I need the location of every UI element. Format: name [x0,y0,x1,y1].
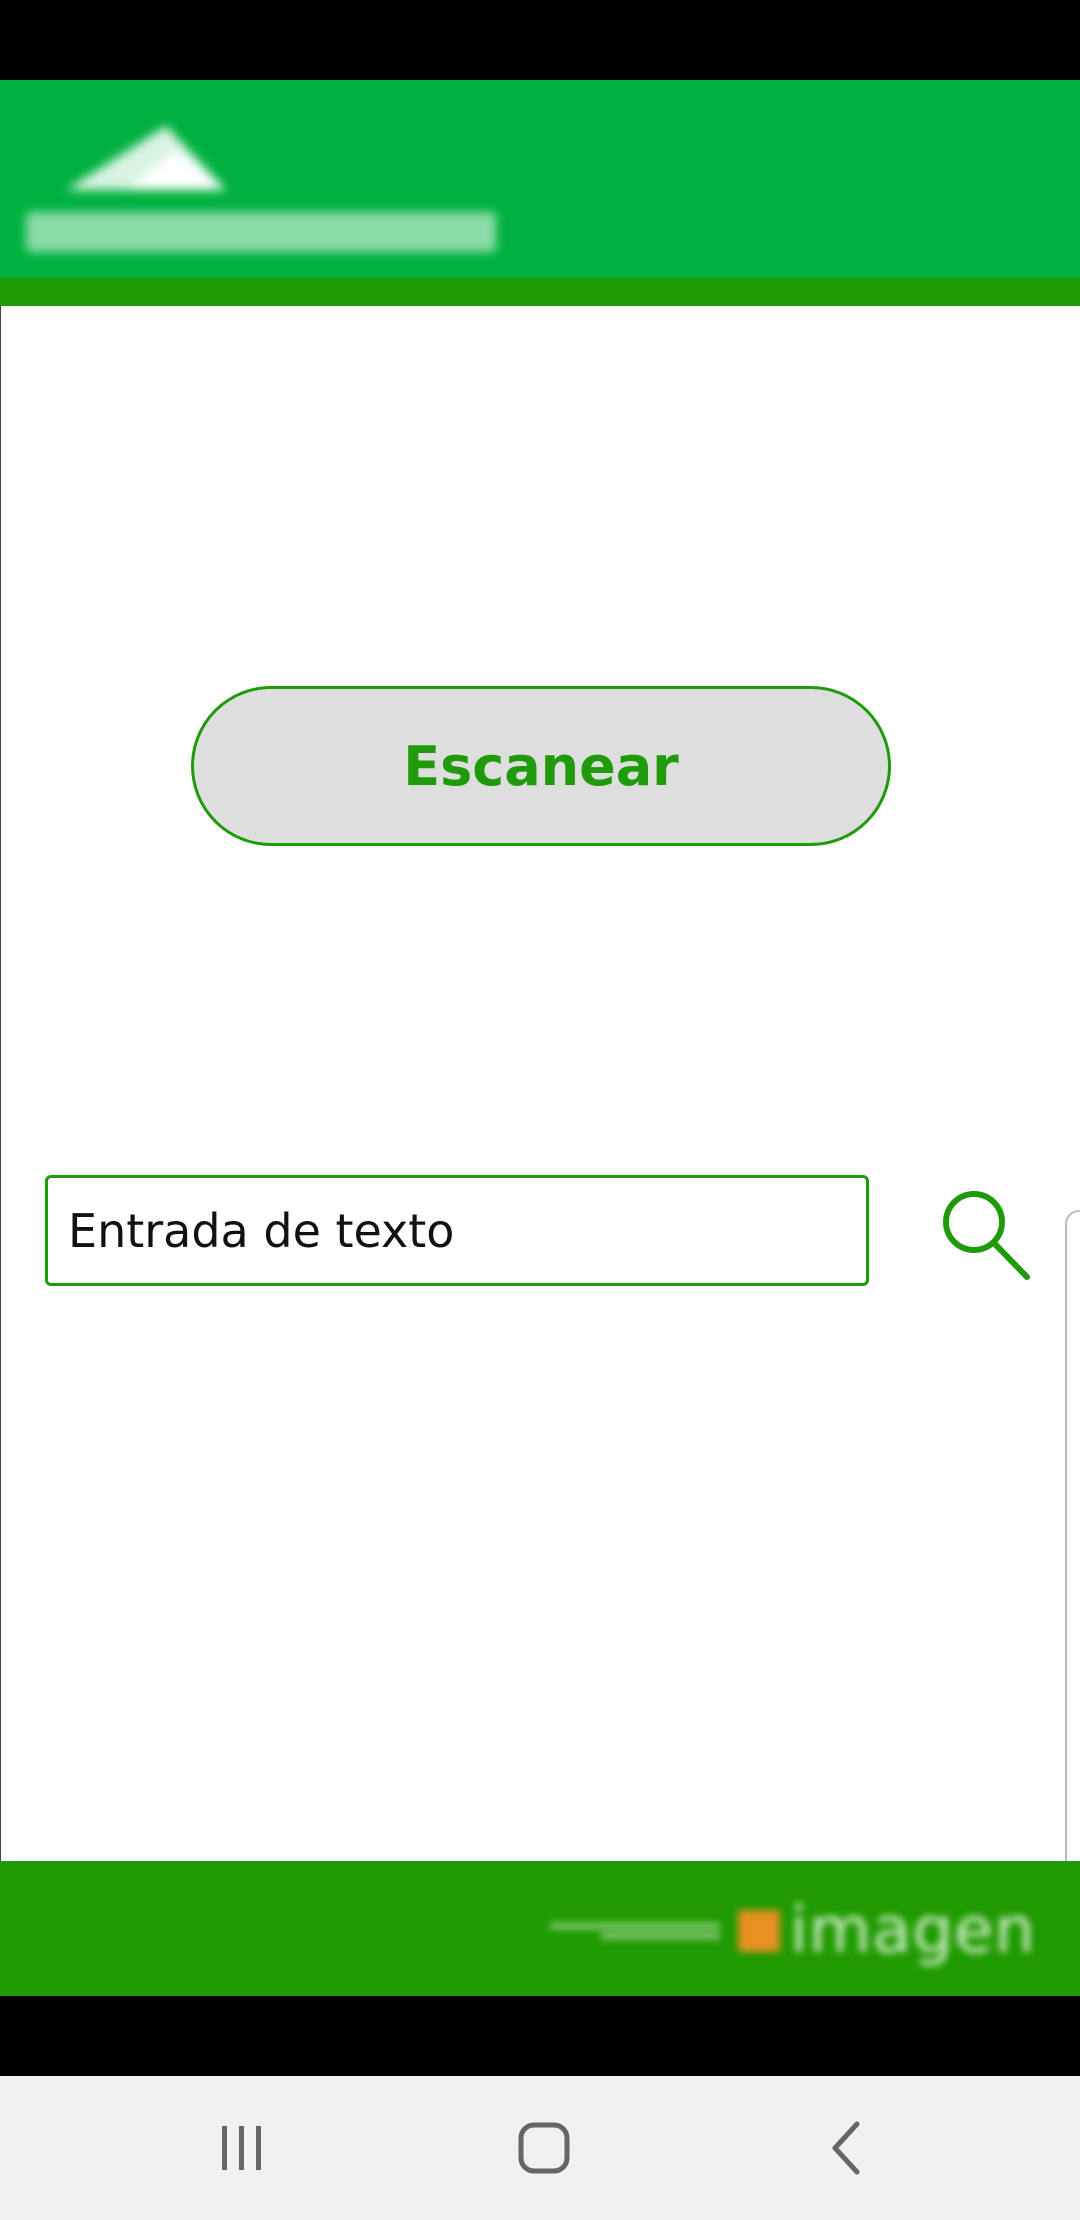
app-footer: imagen [0,1861,1080,1996]
home-icon [518,2122,570,2174]
powered-by-text [550,1916,720,1946]
header-stripe [0,278,1080,306]
scan-button[interactable]: Escanear [191,686,891,846]
search-icon[interactable] [936,1186,1031,1281]
recent-apps-icon [222,2126,261,2170]
home-button[interactable] [494,2098,594,2198]
edge-panel-handle[interactable] [1065,1210,1080,1932]
system-nav-bar [0,2076,1080,2220]
search-input[interactable]: Entrada de texto [45,1175,869,1286]
recent-apps-button[interactable] [192,2098,292,2198]
powered-by-logo: imagen [550,1891,1050,1971]
imagen-brand-text: imagen [790,1894,1036,1968]
imagen-logo-mark [738,1910,780,1952]
back-button[interactable] [797,2098,897,2198]
status-bar [0,0,1080,80]
back-icon [832,2121,860,2175]
app-header [0,80,1080,278]
app-bottom-band [0,1996,1080,2076]
main-content: Escanear Entrada de texto [0,306,1080,1861]
company-logo [26,126,496,252]
